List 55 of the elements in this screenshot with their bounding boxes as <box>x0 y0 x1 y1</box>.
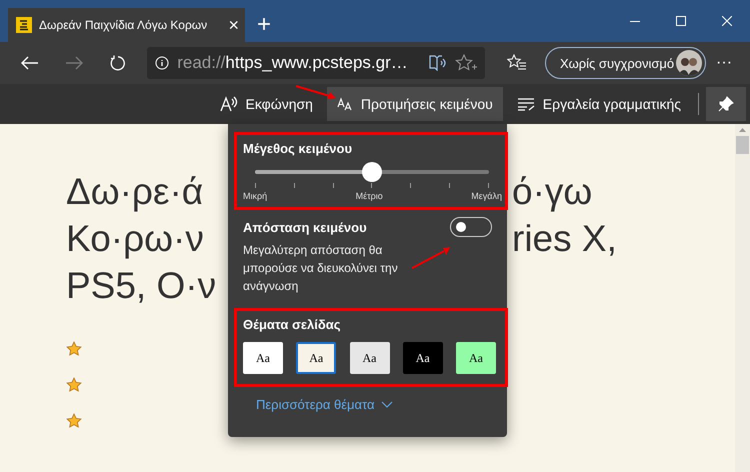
back-arrow-icon <box>20 56 39 70</box>
heading-text: PS5, Ο·ν <box>66 264 218 308</box>
refresh-icon <box>109 55 126 71</box>
chevron-icon <box>380 401 393 408</box>
section-title: Απόσταση κειμένου <box>243 220 367 234</box>
theme-swatch[interactable]: Aa <box>456 342 496 374</box>
star-bullet-icon <box>66 377 82 393</box>
heading-text: Κο·ρω·ν <box>66 217 205 261</box>
spacing-toggle[interactable] <box>450 217 492 237</box>
minimize-icon[interactable] <box>630 20 640 22</box>
slider-label: Μικρή <box>243 191 268 201</box>
pin-button[interactable] <box>706 87 746 121</box>
read-aloud-icon <box>220 96 238 112</box>
avatar-icon <box>676 50 702 76</box>
heading-text: ries X, <box>512 217 618 261</box>
theme-swatch[interactable]: Aa <box>350 342 390 374</box>
new-tab-button[interactable]: + <box>251 11 278 39</box>
forward-arrow-icon <box>64 56 83 70</box>
slider-label: Μεγάλη <box>471 191 502 201</box>
section-title: Μέγεθος κειμένου <box>243 141 354 156</box>
theme-swatch[interactable]: Aa <box>296 342 336 374</box>
site-logo-icon <box>16 17 32 33</box>
browser-tab[interactable]: Δωρεάν Παιχνίδια Λόγω Κορων × <box>8 8 245 42</box>
scrollbar[interactable] <box>735 124 750 472</box>
profile-button[interactable]: Χωρίς συγχρονισμό <box>544 47 706 79</box>
text-size-icon <box>336 97 353 111</box>
tab-close[interactable]: × <box>228 14 239 36</box>
toolbar-tab[interactable]: Εκφώνηση <box>210 87 323 121</box>
slider-label: Μέτριο <box>356 191 383 201</box>
more-themes-link[interactable]: Περισσότερα θέματα <box>256 397 393 412</box>
star-bullet-icon <box>66 413 82 429</box>
lines-icon <box>516 97 535 111</box>
address-field[interactable]: read://https_www.pcsteps.gr… <box>147 47 486 79</box>
maximize-icon[interactable] <box>676 16 686 26</box>
close-icon[interactable] <box>722 16 732 26</box>
heading-text: ό·γω <box>512 170 594 214</box>
reader-view-icon[interactable] <box>429 55 448 71</box>
theme-swatch[interactable]: Aa <box>402 342 443 374</box>
star-bullet-icon <box>66 341 82 357</box>
slider-thumb[interactable] <box>362 162 382 182</box>
info-icon <box>155 56 170 70</box>
pin-icon <box>718 96 734 112</box>
description-text: Μεγαλύτερη απόσταση θα μπορούσε να διευκολύνει την ανάγνωση <box>243 242 399 295</box>
star-list-icon <box>507 54 528 72</box>
tab-title: Δωρεάν Παιχνίδια Λόγω Κορων <box>39 18 208 32</box>
scroll-thumb[interactable] <box>736 136 749 154</box>
theme-swatch[interactable]: Aa <box>243 342 283 374</box>
toolbar-tab[interactable]: Εργαλεία γραμματικής <box>506 87 691 121</box>
toolbar-tab[interactable]: Προτιμήσεις κειμένου <box>326 87 503 121</box>
section-title: Θέματα σελίδας <box>243 317 342 332</box>
heading-text: Δω·ρε·ά <box>66 170 204 214</box>
annotation-arrow <box>412 247 450 269</box>
more-button[interactable]: ··· <box>706 54 742 72</box>
star-plus-icon[interactable] <box>455 54 478 72</box>
annotation-arrow <box>296 85 336 99</box>
